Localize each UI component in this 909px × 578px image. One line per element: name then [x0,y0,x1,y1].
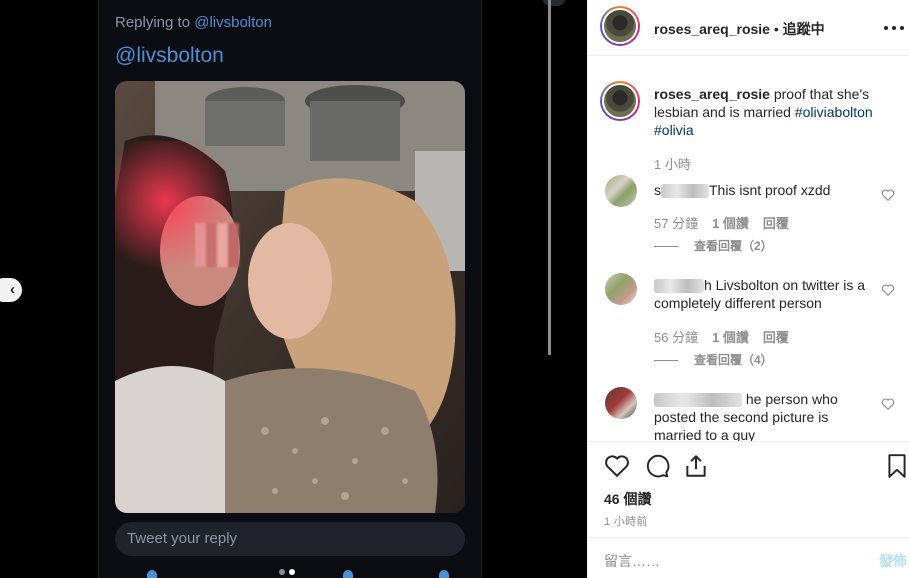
post-comment-button[interactable]: 發佈 [879,551,907,571]
avatar[interactable] [605,175,637,207]
heart-icon[interactable] [881,397,895,411]
avatar[interactable] [600,6,640,46]
tweet-action-icon [343,570,353,578]
avatar[interactable] [600,81,640,121]
reply-button[interactable]: 回覆 [763,330,789,345]
carousel-dots [279,569,299,575]
caption-text: roses_areq_rosie proof that she's lesbia… [654,85,894,139]
comment-input[interactable]: 留言…… [604,551,660,571]
separator: • [769,21,783,37]
comment-likes[interactable]: 1 個讚 [712,330,749,345]
censored-area [195,223,239,267]
carousel-dot-active[interactable] [289,569,295,575]
comment-likes[interactable]: 1 個讚 [712,216,749,231]
post-sidebar: roses_areq_rosie • 追蹤中 roses_areq_rosie … [587,0,909,578]
comment-body: This isnt proof xzdd [709,182,831,198]
comment-text: s This isnt proof xzdd [654,181,874,199]
comment-icon[interactable] [644,453,670,479]
tweet-mention: @livsbolton [115,44,224,67]
view-replies-label: 查看回覆（4） [694,353,773,367]
censored-username [654,393,742,408]
comment-username[interactable]: s [654,182,661,198]
view-replies-button[interactable]: 查看回覆（2） [654,237,773,254]
censored-username [654,279,704,294]
chevron-left-icon[interactable]: ‹ [0,278,22,302]
comment-time: 57 分鐘 [654,216,699,231]
carousel-dot[interactable] [279,569,285,575]
avatar[interactable] [605,273,637,305]
comment-item: h Livsbolton on twitter is a completely … [588,269,909,369]
header-username-row: roses_areq_rosie • 追蹤中 [654,19,825,39]
tweet-menu-icon [542,0,566,6]
tweet-photo [115,81,465,513]
replying-to-text: Replying to @livsbolton [115,14,272,31]
comment-item: s This isnt proof xzdd 57 分鐘 1 個讚 回覆 查看回覆（2… [588,171,909,271]
tweet-reply-box: Tweet your reply [115,522,465,556]
tweet-action-icon [147,570,157,578]
likes-count[interactable]: 46 個讚 [604,489,651,509]
instagram-post-modal: Replying to @livsbolton @livsbolton Twee… [0,0,909,578]
replying-prefix: Replying to [115,14,195,31]
comment-text: he person who posted the second picture … [654,390,874,441]
add-comment-bar: 留言…… 發佈 [588,537,909,578]
comment-item: he person who posted the second picture … [588,383,909,441]
photo-illustration [115,81,465,513]
comment-meta: 56 分鐘 1 個讚 回覆 [654,327,803,346]
post-media: Replying to @livsbolton @livsbolton Twee… [0,0,587,578]
hashtag-link[interactable]: #olivia [654,122,694,138]
more-options-icon[interactable] [884,18,904,38]
post-timestamp: 1 小時前 [604,516,648,528]
tweet-action-icon [439,570,449,578]
censored-username [661,184,709,199]
follow-button[interactable]: 追蹤中 [783,21,825,37]
caption-username[interactable]: roses_areq_rosie [654,86,770,102]
comments-list[interactable]: roses_areq_rosie proof that she's lesbia… [588,57,909,441]
post-header: roses_areq_rosie • 追蹤中 [588,0,909,56]
replying-handle: @livsbolton [194,14,272,31]
tweet-screenshot: Replying to @livsbolton @livsbolton Twee… [98,0,566,578]
heart-icon[interactable] [881,283,895,297]
reply-button[interactable]: 回覆 [763,216,789,231]
view-replies-label: 查看回覆（2） [694,239,773,253]
view-replies-button[interactable]: 查看回覆（4） [654,351,773,368]
share-icon[interactable] [683,453,709,479]
avatar[interactable] [605,387,637,419]
heart-icon[interactable] [604,453,630,479]
heart-icon[interactable] [881,188,895,202]
comment-time: 56 分鐘 [654,330,699,345]
comment-text: h Livsbolton on twitter is a completely … [654,276,874,312]
header-username[interactable]: roses_areq_rosie [654,21,770,37]
comment-meta: 57 分鐘 1 個讚 回覆 [654,213,803,232]
bookmark-icon[interactable] [884,453,909,479]
media-scroll-indicator [548,0,551,355]
hashtag-link[interactable]: #oliviabolton [795,104,873,120]
